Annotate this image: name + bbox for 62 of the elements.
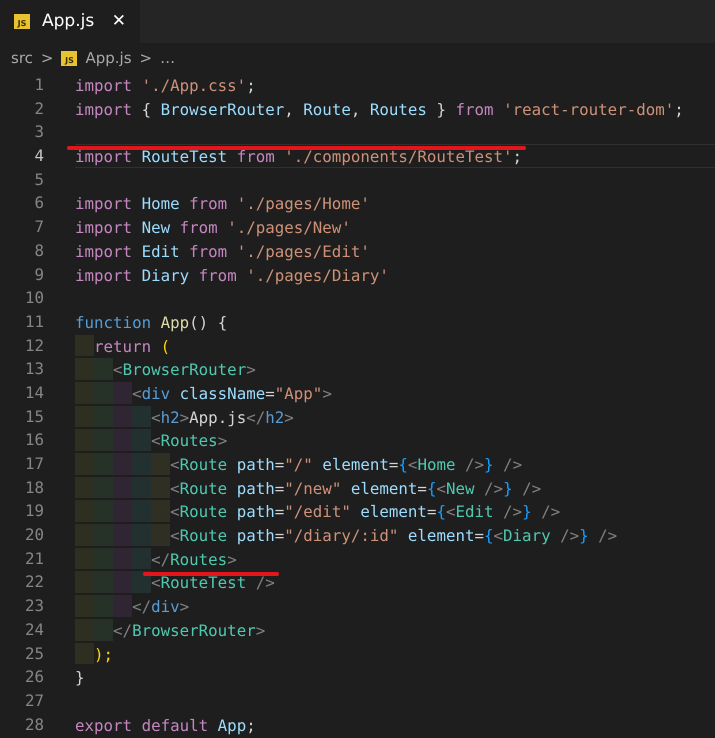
line-number: 27 [24, 690, 44, 712]
line-number: 1 [33, 74, 44, 96]
line-number: 11 [24, 310, 44, 333]
code-line: function App() { [75, 312, 228, 334]
code-line: <Route path="/diary/:id" element={<Diary />} /> [169, 525, 618, 547]
line-number: 2 [33, 98, 44, 120]
breadcrumb-separator: > [40, 48, 54, 69]
editor-tab[interactable]: JS App.js ✕ [0, 0, 140, 43]
line-number: 14 [24, 382, 44, 404]
tab-title: App.js [42, 10, 94, 33]
line-number: 22 [24, 571, 44, 594]
code-line: <BrowserRouter> [112, 359, 256, 381]
code-line: </div> [131, 596, 190, 618]
line-number: 20 [24, 524, 44, 546]
code-line: import './App.css'; [75, 75, 256, 97]
code-line: import Home from './pages/Home' [75, 193, 370, 216]
line-number: 19 [24, 500, 44, 522]
line-number: 15 [24, 406, 44, 428]
code-line: <Route path="/edit" element={<Edit />} /> [169, 501, 560, 524]
line-number: 4 [33, 145, 44, 168]
code-line: import New from './pages/New' [75, 217, 351, 239]
breadcrumb-separator: > [140, 48, 152, 69]
breadcrumb-item[interactable]: src [11, 46, 33, 70]
line-number: 23 [24, 595, 44, 618]
code-line: import Edit from './pages/Edit' [75, 240, 370, 263]
line-number: 13 [24, 358, 44, 380]
line-number: 9 [33, 264, 44, 286]
line-number: 21 [24, 548, 44, 570]
line-number: 26 [24, 666, 44, 688]
line-number: 18 [24, 476, 44, 499]
code-line: return ( [93, 336, 170, 358]
close-button[interactable]: ✕ [112, 8, 126, 34]
code-line: export default App; [75, 714, 256, 736]
code-line: </BrowserRouter> [112, 620, 266, 642]
code-line: <Route path="/new" element={<New />} /> [169, 478, 542, 500]
line-number: 7 [33, 216, 44, 238]
code-line: import { BrowserRouter, Route, Routes } from 'react-router-dom'; [75, 98, 684, 120]
code-line: </Routes> [150, 548, 237, 570]
code-line: <h2>App.js</h2> [150, 406, 294, 428]
code-line: ); [93, 644, 114, 666]
line-number: 25 [24, 642, 44, 664]
line-number: 8 [33, 240, 44, 262]
line-number: 24 [24, 618, 44, 641]
line-number: 28 [24, 714, 44, 736]
code-line: } [75, 667, 85, 689]
line-number: 16 [24, 429, 44, 452]
line-number: 3 [33, 121, 44, 144]
line-number: 6 [33, 192, 44, 214]
code-line: <Route path="/" element={<Home />} /> [169, 454, 522, 476]
code-line: <div className="App"> [131, 382, 332, 405]
js-file-icon: JS [14, 14, 30, 29]
breadcrumb-item[interactable]: … [160, 46, 176, 70]
line-number: 5 [33, 168, 44, 191]
line-number: 12 [24, 334, 44, 357]
breadcrumb-item[interactable]: App.js [85, 46, 132, 70]
code-line: <RouteTest /> [150, 572, 275, 594]
line-number: 10 [24, 287, 44, 310]
js-file-icon: JS [61, 50, 78, 66]
code-line: <Routes> [150, 430, 228, 452]
code-line: import RouteTest from './components/RouteTest'; [75, 146, 522, 168]
code-line: import Diary from './pages/Diary' [75, 264, 389, 286]
line-number: 17 [24, 453, 44, 475]
